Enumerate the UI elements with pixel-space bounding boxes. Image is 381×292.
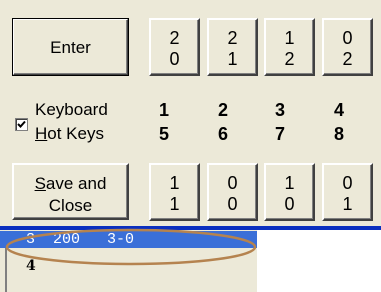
hotkey-number: 5 bbox=[158, 124, 169, 144]
hotkeys-label-line2: Hot Keys bbox=[35, 124, 104, 143]
digit-bottom: 0 bbox=[227, 194, 238, 214]
enter-button[interactable]: Enter bbox=[12, 18, 129, 76]
digit-top: 1 bbox=[284, 28, 295, 48]
digit-button-20[interactable]: 2 0 bbox=[149, 18, 200, 76]
save-and-close-button[interactable]: Save and Close bbox=[12, 163, 129, 220]
digit-top: 2 bbox=[227, 28, 238, 48]
hotkey-number: 3 bbox=[274, 100, 285, 120]
digit-bottom: 2 bbox=[284, 49, 295, 69]
hotkeys-checkbox[interactable] bbox=[15, 118, 28, 131]
digit-bottom: 1 bbox=[169, 194, 180, 214]
highlight-oval bbox=[5, 228, 257, 266]
hotkey-number: 6 bbox=[217, 124, 228, 144]
digit-top: 2 bbox=[169, 28, 180, 48]
list-item[interactable]: 4 bbox=[26, 258, 36, 274]
digit-bottom: 1 bbox=[342, 194, 353, 214]
digit-button-02[interactable]: 0 2 bbox=[322, 18, 373, 76]
digit-bottom: 0 bbox=[284, 194, 295, 214]
hotkey-number: 2 bbox=[217, 100, 228, 120]
enter-button-label: Enter bbox=[50, 38, 91, 57]
digit-top: 0 bbox=[342, 28, 353, 48]
digit-button-00[interactable]: 0 0 bbox=[207, 163, 258, 221]
hotkey-number: 7 bbox=[274, 124, 285, 144]
digit-top: 0 bbox=[342, 173, 353, 193]
save-button-label-line1: Save and bbox=[34, 174, 107, 193]
save-button-label-line2: Close bbox=[48, 196, 93, 215]
hotkey-number: 4 bbox=[333, 100, 344, 120]
digit-top: 1 bbox=[169, 173, 180, 193]
digit-top: 1 bbox=[284, 173, 295, 193]
digit-bottom: 1 bbox=[227, 49, 238, 69]
hotkey-number: 8 bbox=[333, 124, 344, 144]
digit-button-12[interactable]: 1 2 bbox=[264, 18, 315, 76]
hotkey-number: 1 bbox=[158, 100, 169, 120]
digit-bottom: 0 bbox=[169, 49, 180, 69]
digit-button-01[interactable]: 0 1 bbox=[322, 163, 373, 221]
digit-button-11[interactable]: 1 1 bbox=[149, 163, 200, 221]
digit-button-10[interactable]: 1 0 bbox=[264, 163, 315, 221]
hotkeys-label-line1: Keyboard bbox=[35, 100, 108, 119]
checkmark-icon bbox=[17, 120, 26, 128]
digit-button-21[interactable]: 2 1 bbox=[207, 18, 258, 76]
digit-bottom: 2 bbox=[342, 49, 353, 69]
digit-top: 0 bbox=[227, 173, 238, 193]
